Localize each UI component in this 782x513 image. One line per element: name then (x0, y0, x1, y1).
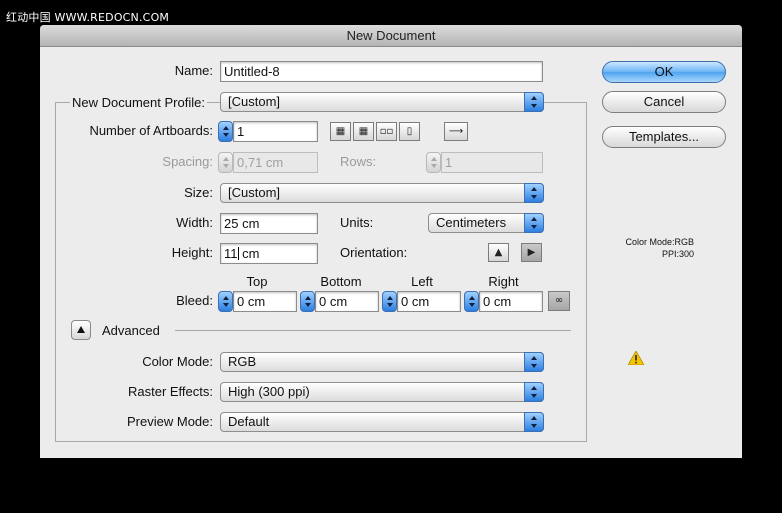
templates-button[interactable]: Templates... (602, 126, 726, 148)
height-input[interactable]: 11 cm (220, 243, 318, 264)
bleed-bottom-header: Bottom (320, 274, 362, 289)
size-select-value: [Custom] (228, 185, 281, 200)
color-mode-select[interactable]: RGB (220, 352, 544, 372)
preview-mode-label: Preview Mode: (127, 414, 213, 429)
height-value-start: 11 (224, 246, 238, 261)
bleed-bottom-stepper[interactable] (300, 291, 315, 312)
width-input[interactable]: 25 cm (220, 213, 318, 234)
cancel-button[interactable]: Cancel (602, 91, 726, 113)
info-color-mode: Color Mode:RGB (625, 237, 694, 247)
spacing-label: Spacing: (162, 154, 213, 169)
chain-link-icon[interactable]: ∞ (548, 291, 570, 311)
units-label: Units: (340, 215, 374, 230)
left-to-right-arrow-icon[interactable]: ⟶ (444, 122, 468, 141)
watermark: 红动中国 WWW.REDOCN.COM (6, 11, 170, 24)
bleed-left-header: Left (411, 274, 433, 289)
advanced-disclosure-icon[interactable] (71, 320, 91, 340)
bleed-bottom-input[interactable]: 0 cm (315, 291, 379, 312)
name-label: Name: (174, 63, 213, 78)
height-value-end: cm (238, 246, 260, 261)
select-arrows-icon (524, 213, 544, 233)
height-label: Height: (171, 245, 213, 260)
portrait-icon[interactable]: ▲ (488, 243, 509, 262)
ok-button[interactable]: OK (602, 61, 726, 83)
orientation-label: Orientation: (340, 245, 408, 260)
arrange-by-column-icon[interactable]: ▯ (399, 122, 420, 141)
select-arrows-icon (524, 183, 544, 203)
grid-by-row-icon[interactable]: ▦ (330, 122, 351, 141)
artboards-label: Number of Artboards: (89, 123, 213, 138)
advanced-divider (175, 330, 571, 331)
profile-label: New Document Profile: (70, 95, 207, 110)
rows-input[interactable]: 1 (441, 152, 543, 173)
artboards-input[interactable]: 1 (233, 121, 318, 142)
color-mode-value: RGB (228, 354, 257, 369)
bleed-right-stepper[interactable] (464, 291, 479, 312)
advanced-label: Advanced (102, 323, 160, 338)
profile-select-value: [Custom] (228, 94, 281, 109)
bleed-top-input[interactable]: 0 cm (233, 291, 297, 312)
arrange-by-row-icon[interactable]: ▫▫ (376, 122, 397, 141)
bleed-left-stepper[interactable] (382, 291, 397, 312)
color-mode-label: Color Mode: (142, 354, 213, 369)
spacing-input[interactable]: 0,71 cm (233, 152, 318, 173)
bleed-right-header: Right (488, 274, 519, 289)
units-select-value: Centimeters (436, 215, 507, 230)
landscape-icon[interactable]: ▶ (521, 243, 542, 262)
spacing-stepper[interactable] (218, 152, 233, 173)
rows-label: Rows: (340, 154, 377, 169)
info-ppi: PPI:300 (661, 249, 694, 259)
raster-effects-select[interactable]: High (300 ppi) (220, 382, 544, 402)
units-select[interactable]: Centimeters (428, 213, 544, 233)
profile-select[interactable]: [Custom] (220, 92, 544, 112)
name-input[interactable]: Untitled-8 (220, 61, 543, 82)
size-select[interactable]: [Custom] (220, 183, 544, 203)
preview-mode-value: Default (228, 414, 270, 429)
select-arrows-icon (524, 412, 544, 432)
bleed-top-stepper[interactable] (218, 291, 233, 312)
grid-by-column-icon[interactable]: ▦ (353, 122, 374, 141)
bleed-top-header: Top (246, 274, 268, 289)
warning-triangle-icon (628, 351, 644, 365)
size-label: Size: (184, 185, 213, 200)
width-label: Width: (176, 215, 213, 230)
new-document-dialog: New Document Name: Untitled-8 New Docume… (40, 25, 742, 458)
bleed-label: Bleed: (176, 293, 213, 308)
select-arrows-icon (524, 352, 544, 372)
rows-stepper[interactable] (426, 152, 441, 173)
preview-mode-select[interactable]: Default (220, 412, 544, 432)
document-info: Color Mode:RGB PPI:300 (600, 236, 694, 260)
bleed-right-input[interactable]: 0 cm (479, 291, 543, 312)
artboards-stepper[interactable] (218, 121, 233, 142)
select-arrows-icon (524, 92, 544, 112)
select-arrows-icon (524, 382, 544, 402)
raster-effects-label: Raster Effects: (127, 384, 213, 399)
raster-effects-value: High (300 ppi) (228, 384, 310, 399)
bleed-left-input[interactable]: 0 cm (397, 291, 461, 312)
dialog-title: New Document (40, 25, 742, 47)
